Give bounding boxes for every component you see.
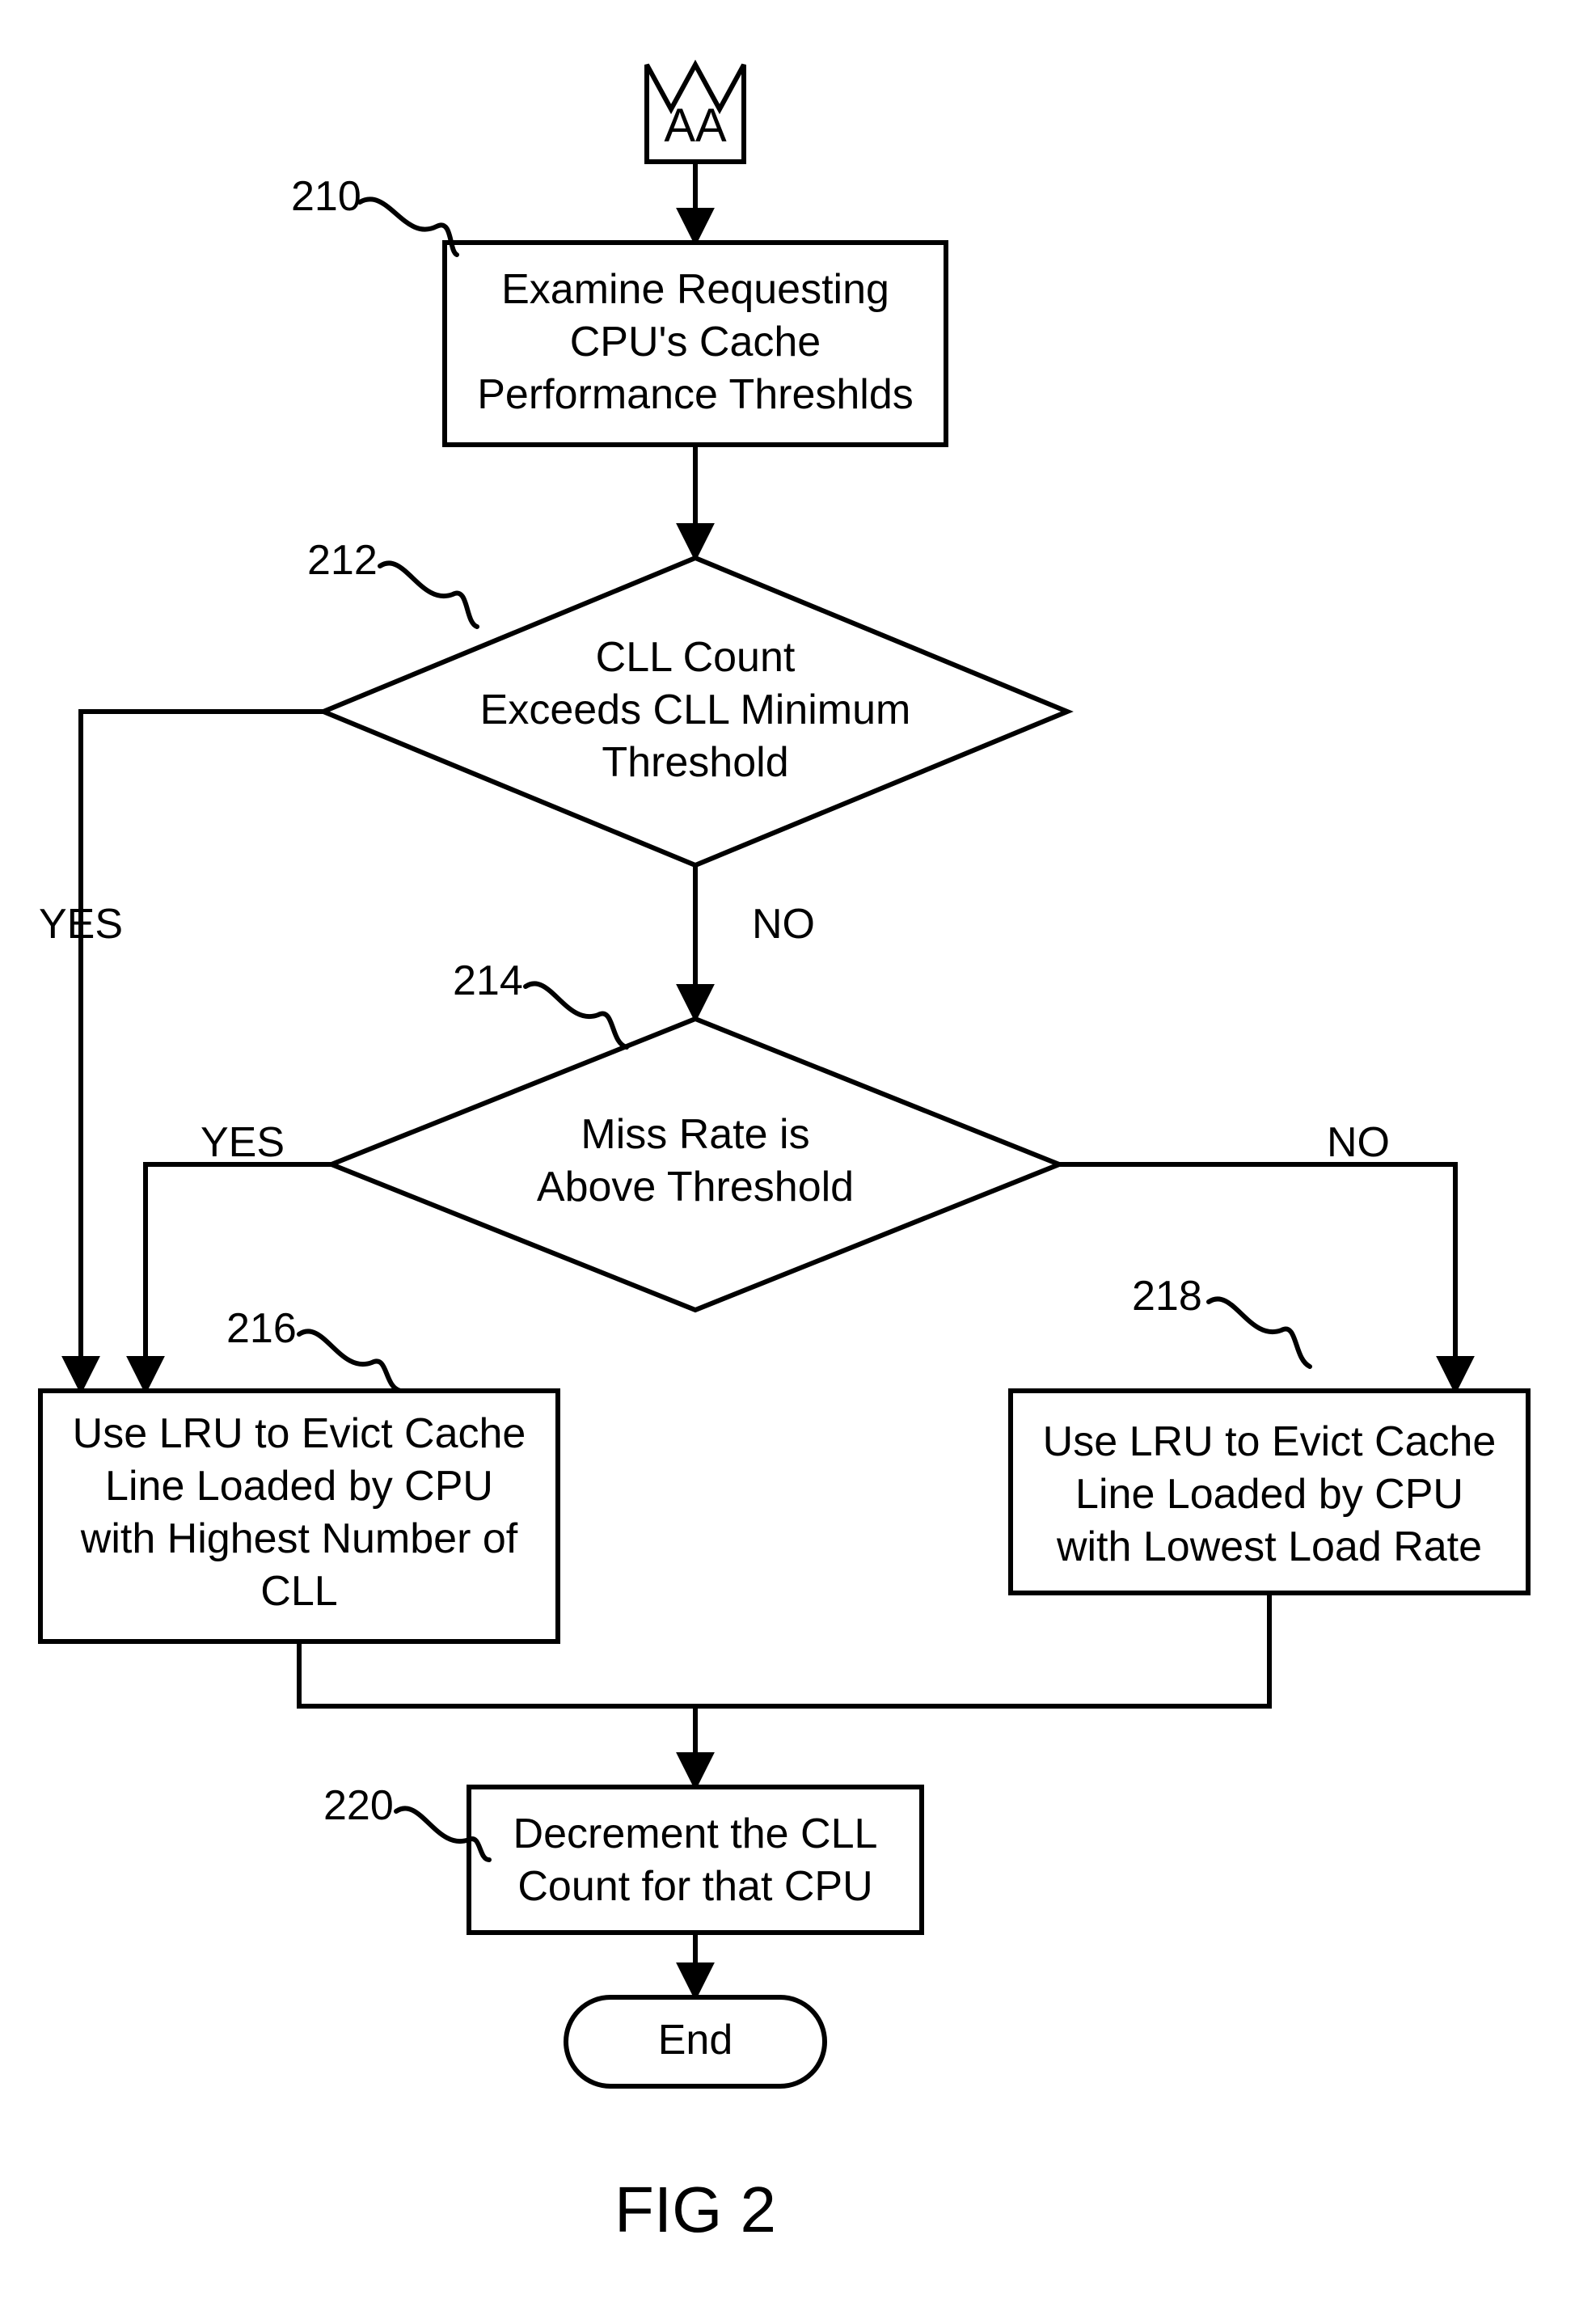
edge-214-yes-label: YES <box>201 1119 285 1166</box>
edge-212-yes-label: YES <box>39 901 123 948</box>
node-216-l2: Line Loaded by CPU <box>105 1463 493 1510</box>
ref-220: 220 <box>323 1782 394 1829</box>
edge-212-yes <box>81 712 323 1391</box>
node-214-l1: Miss Rate is <box>581 1111 809 1158</box>
node-212-l1: CLL Count <box>596 634 796 681</box>
node-218-l3: with Lowest Load Rate <box>1056 1523 1482 1570</box>
edge-214-no <box>1059 1164 1455 1391</box>
node-214-l2: Above Threshold <box>537 1164 854 1210</box>
ref-214-squiggle <box>526 983 627 1047</box>
ref-212-squiggle <box>380 563 477 627</box>
edge-216-to-merge <box>299 1641 695 1706</box>
node-216-l3: with Highest Number of <box>80 1515 518 1562</box>
node-210-l2: CPU's Cache <box>570 319 821 365</box>
node-212-l2: Exceeds CLL Minimum <box>480 687 911 733</box>
connector-aa-label: AA <box>664 99 727 152</box>
node-214: Miss Rate is Above Threshold <box>331 1019 1059 1310</box>
node-216-l4: CLL <box>260 1568 337 1615</box>
node-end-l1: End <box>658 2017 733 2064</box>
figure-caption: FIG 2 <box>614 2174 776 2246</box>
node-220-l2: Count for that CPU <box>517 1863 872 1910</box>
edge-214-yes <box>146 1164 331 1391</box>
node-210-l1: Examine Requesting <box>501 266 889 313</box>
ref-210: 210 <box>291 173 361 220</box>
node-218-l2: Line Loaded by CPU <box>1075 1471 1463 1518</box>
node-216: Use LRU to Evict Cache Line Loaded by CP… <box>40 1391 558 1641</box>
ref-218-squiggle <box>1209 1299 1310 1367</box>
ref-216: 216 <box>226 1305 297 1352</box>
edge-214-no-label: NO <box>1327 1119 1390 1166</box>
node-210-l3: Performance Threshlds <box>477 371 914 418</box>
ref-216-squiggle <box>299 1331 400 1391</box>
connector-aa: AA <box>647 65 744 162</box>
edge-218-to-merge <box>695 1593 1269 1706</box>
node-216-l1: Use LRU to Evict Cache <box>73 1410 526 1457</box>
ref-214: 214 <box>453 957 523 1004</box>
node-end: End <box>566 1997 825 2086</box>
node-220-l1: Decrement the CLL <box>513 1810 878 1857</box>
node-218: Use LRU to Evict Cache Line Loaded by CP… <box>1011 1391 1528 1593</box>
node-220: Decrement the CLL Count for that CPU <box>469 1787 922 1933</box>
node-218-l1: Use LRU to Evict Cache <box>1043 1418 1497 1465</box>
ref-212: 212 <box>307 537 378 584</box>
ref-218: 218 <box>1132 1273 1202 1320</box>
node-212: CLL Count Exceeds CLL Minimum Threshold <box>323 558 1067 865</box>
edge-212-no-label: NO <box>752 901 815 948</box>
node-212-l3: Threshold <box>602 739 788 786</box>
node-210: Examine Requesting CPU's Cache Performan… <box>445 243 946 445</box>
